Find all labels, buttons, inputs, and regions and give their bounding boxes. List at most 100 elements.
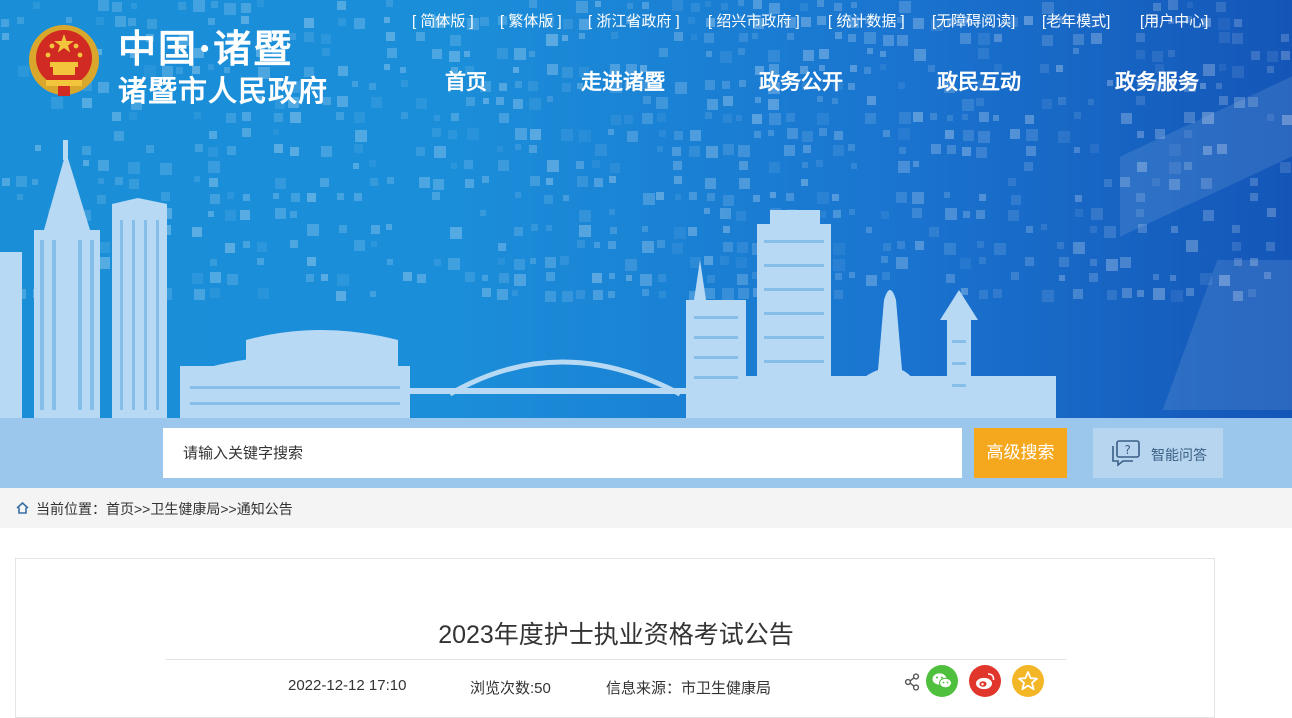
pixel-square [1203, 64, 1215, 76]
wechat-icon [932, 673, 952, 689]
pixel-square [513, 99, 523, 109]
pixel-square [978, 48, 989, 59]
share-wechat-button[interactable] [926, 665, 958, 697]
nav-government-services[interactable]: 政务服务 [1115, 66, 1199, 96]
nav-public-interaction[interactable]: 政民互动 [937, 66, 1021, 96]
share-icon[interactable] [904, 673, 920, 691]
favorite-button[interactable] [1012, 665, 1044, 697]
pixel-square [354, 112, 365, 123]
pixel-square [979, 112, 989, 122]
pixel-square [864, 67, 871, 74]
pixel-square [769, 113, 781, 125]
pixel-square [865, 113, 876, 124]
pixel-square [547, 64, 558, 75]
link-shaoxing-gov[interactable]: [ 绍兴市政府 ] [708, 10, 800, 31]
pixel-square [1232, 66, 1244, 78]
pixel-square [817, 0, 824, 7]
pixel-square [913, 18, 924, 29]
pixel-square [705, 80, 715, 90]
link-simplified[interactable]: [ 简体版 ] [412, 10, 474, 31]
pixel-square [864, 32, 876, 44]
pixel-square [928, 65, 935, 72]
pixel-square [466, 97, 475, 106]
pixel-square [674, 32, 683, 41]
pixel-square [1232, 33, 1243, 44]
pixel-square [691, 34, 697, 40]
pixel-square [880, 64, 886, 70]
link-accessible-reading[interactable]: [无障碍阅读] [932, 10, 1015, 31]
link-elderly-mode[interactable]: [老年模式] [1042, 10, 1110, 31]
pixel-square [657, 113, 666, 122]
link-statistics[interactable]: [ 统计数据 ] [828, 10, 905, 31]
pixel-square [656, 97, 668, 109]
pixel-square [432, 49, 442, 59]
pixel-square [562, 83, 571, 92]
star-icon [1018, 671, 1038, 691]
pixel-square [1010, 129, 1020, 139]
breadcrumb-path: 当前位置：首页>>卫生健康局>>通知公告 [36, 499, 293, 519]
pixel-square [371, 97, 382, 108]
pixel-square [432, 128, 441, 137]
info-source: 信息来源：市卫生健康局 [606, 680, 772, 697]
pixel-square [595, 1, 601, 7]
advanced-search-button[interactable]: 高级搜索 [974, 428, 1067, 478]
nav-about-zhuji[interactable]: 走进诸暨 [581, 66, 665, 96]
breadcrumb-separator: >> [134, 501, 151, 517]
pixel-square [451, 113, 459, 121]
nav-home[interactable]: 首页 [445, 66, 487, 96]
pixel-square [1073, 34, 1084, 45]
pixel-square [706, 51, 712, 57]
pixel-square [914, 49, 926, 61]
pixel-square [738, 48, 745, 55]
pixel-square [819, 128, 827, 136]
breadcrumb-home[interactable]: 首页 [106, 501, 134, 517]
pixel-square [1152, 51, 1163, 62]
pixel-square [33, 2, 40, 9]
pixel-square [211, 1, 218, 8]
pixel-square [691, 3, 700, 12]
search-input[interactable] [163, 428, 962, 478]
pixel-square [384, 17, 390, 23]
smart-qa-button[interactable]: ? 智能问答 [1093, 428, 1223, 478]
smart-qa-label: 智能问答 [1151, 447, 1207, 463]
pixel-square [2, 33, 9, 40]
pixel-square [450, 35, 461, 46]
link-user-center[interactable]: [用户中心] [1140, 10, 1208, 31]
breadcrumb-health-bureau[interactable]: 卫生健康局 [150, 501, 220, 517]
pixel-square [1, 19, 9, 27]
breadcrumb-notices[interactable]: 通知公告 [237, 501, 293, 517]
pixel-square [338, 66, 348, 76]
pixel-square [98, 0, 109, 11]
national-emblem-icon[interactable] [28, 24, 100, 98]
pixel-square [579, 33, 585, 39]
pixel-square [1058, 97, 1066, 105]
site-logo-subtitle[interactable]: 诸暨市人民政府 [118, 68, 328, 110]
link-traditional[interactable]: [ 繁体版 ] [500, 10, 562, 31]
pixel-square [1234, 19, 1242, 27]
pixel-square [675, 82, 687, 94]
pixel-square [290, 112, 301, 123]
pixel-square [659, 48, 668, 57]
link-zhejiang-gov[interactable]: [ 浙江省政府 ] [588, 10, 680, 31]
pixel-square [369, 83, 376, 90]
pixel-square [994, 34, 1002, 42]
pixel-square [131, 3, 137, 9]
pixel-square [867, 96, 876, 105]
pixel-square [499, 113, 509, 123]
article-card: 2023年度护士执业资格考试公告 2022-12-12 17:10 浏览次数:5… [15, 558, 1215, 718]
pixel-square [66, 17, 72, 23]
pixel-square [352, 81, 358, 87]
pixel-square [17, 17, 24, 24]
pixel-square [801, 17, 811, 27]
pixel-square [755, 97, 761, 103]
pixel-square [226, 113, 236, 123]
pixel-square [1267, 51, 1278, 62]
nav-government-affairs[interactable]: 政务公开 [759, 66, 843, 96]
pixel-square [257, 0, 264, 7]
pixel-square [338, 18, 346, 26]
site-logo-title[interactable]: 中国·诸暨 [118, 18, 293, 73]
pixel-square [704, 33, 714, 43]
pixel-square [499, 83, 507, 91]
share-weibo-button[interactable] [969, 665, 1001, 697]
pixel-square [962, 114, 968, 120]
